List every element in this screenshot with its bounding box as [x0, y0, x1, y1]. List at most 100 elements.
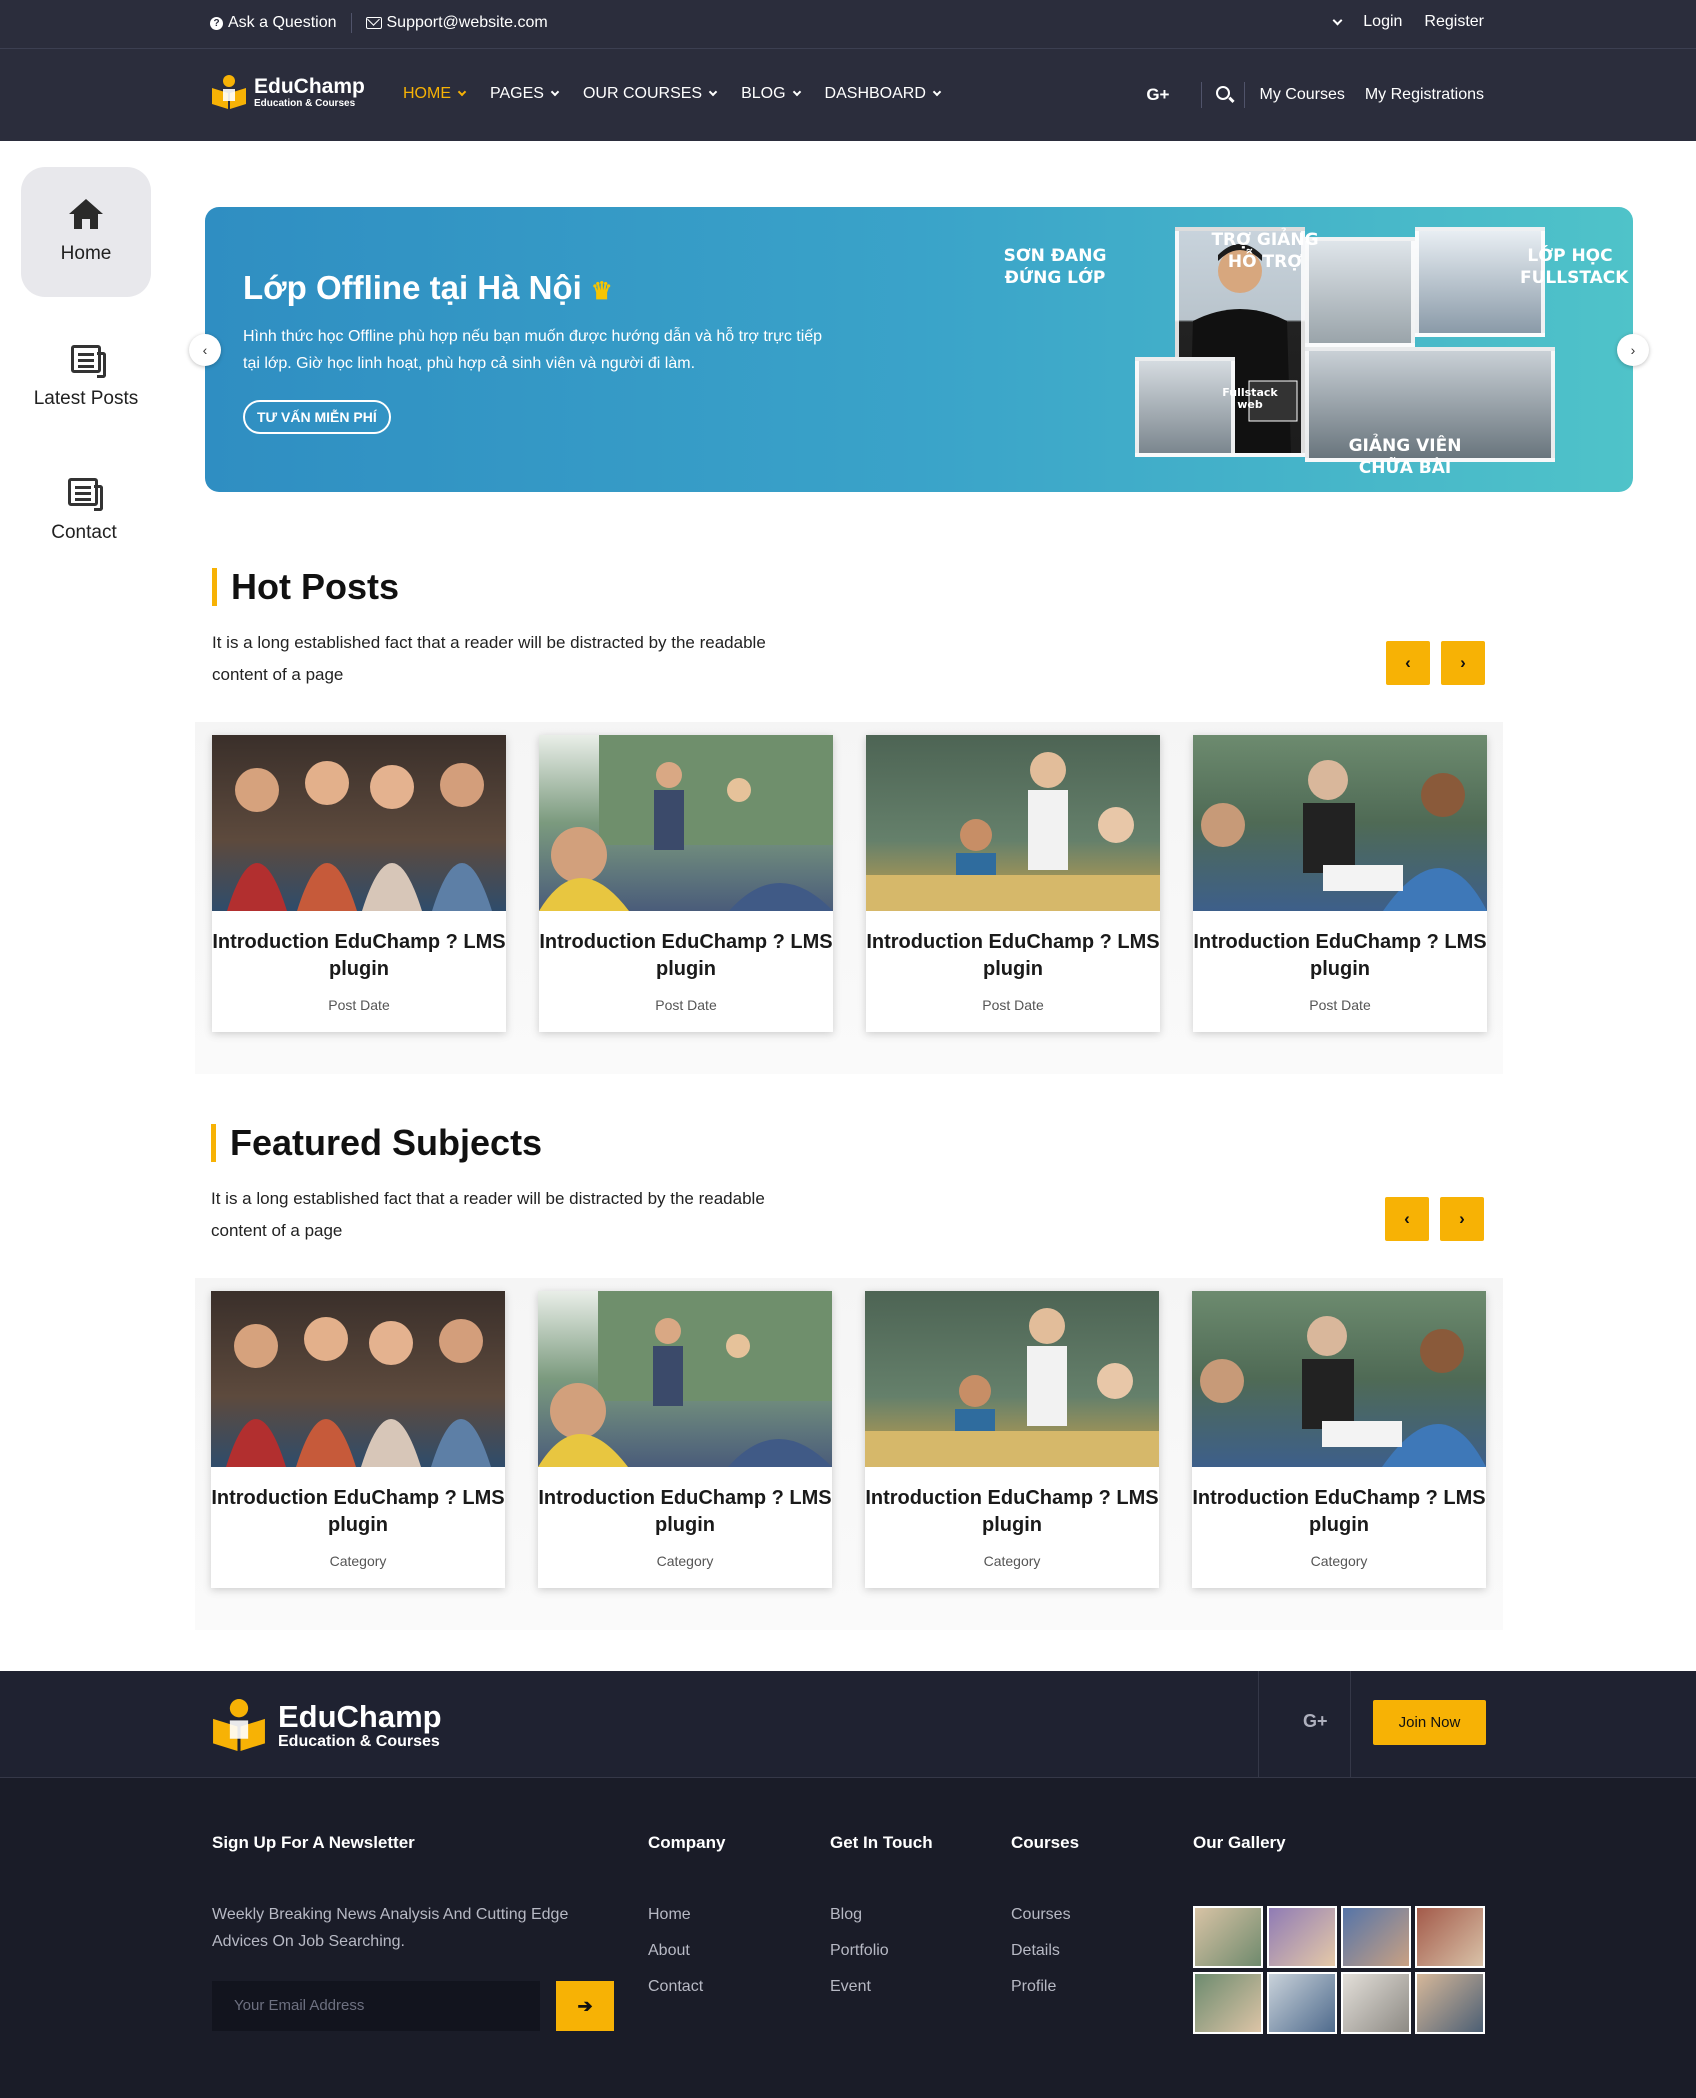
gallery-heading: Our Gallery [1193, 1833, 1286, 1852]
sidebar-item-latest-posts[interactable]: Latest Posts [21, 312, 151, 442]
divider [1244, 82, 1246, 108]
sidebar-item-home[interactable]: Home [21, 167, 151, 297]
logo-reader-icon [212, 75, 246, 109]
menu-blog[interactable]: BLOG [741, 85, 801, 103]
chevron-left-icon: ‹ [1404, 1209, 1410, 1228]
banner-description: Hình thức học Offline phù hợp nếu bạn mu… [243, 328, 823, 372]
subject-title: Introduction EduChamp ? LMS plugin [1192, 1487, 1486, 1536]
newsletter-submit-button[interactable]: ➔ [556, 1981, 614, 2031]
footer-link-contact[interactable]: Contact [648, 1978, 703, 1996]
post-title: Introduction EduChamp ? LMS plugin [866, 931, 1160, 980]
crown-icon: ♛ [590, 278, 613, 305]
footer-link-portfolio[interactable]: Portfolio [830, 1942, 889, 1960]
footer-link-profile[interactable]: Profile [1011, 1978, 1056, 1996]
get-in-touch-heading: Get In Touch [830, 1833, 933, 1852]
menu-blog-label: BLOG [741, 85, 786, 102]
search-button[interactable] [1216, 85, 1231, 105]
footer: Sign Up For A Newsletter Weekly Breaking… [0, 1778, 1696, 2098]
chevron-right-icon: › [1459, 1209, 1465, 1228]
subject-card[interactable]: Introduction EduChamp ? LMS plugin Categ… [1192, 1291, 1486, 1588]
footer-link-blog[interactable]: Blog [830, 1906, 862, 1924]
ask-question-link[interactable]: ? Ask a Question [210, 14, 337, 32]
footer-link-home[interactable]: Home [648, 1906, 691, 1924]
sidebar-item-label: Latest Posts [33, 388, 139, 409]
login-link[interactable]: Login [1363, 13, 1402, 31]
footer-link-event[interactable]: Event [830, 1978, 871, 1996]
post-card[interactable]: Introduction EduChamp ? LMS plugin Post … [866, 735, 1160, 1032]
caption-board: Fullstack web [1222, 386, 1278, 411]
banner-next-arrow[interactable]: › [1617, 334, 1649, 366]
post-card[interactable]: Introduction EduChamp ? LMS plugin Post … [1193, 735, 1487, 1032]
support-email-link[interactable]: Support@website.com [365, 14, 548, 32]
gallery-image[interactable] [1415, 1906, 1485, 1968]
banner-prev-arrow[interactable]: ‹ [189, 334, 221, 366]
hot-posts-prev-button[interactable]: ‹ [1386, 641, 1430, 685]
newsletter-heading: Sign Up For A Newsletter [212, 1833, 415, 1852]
footer-logo-name: EduChamp [278, 1698, 442, 1734]
subject-image [211, 1291, 505, 1467]
menu-home[interactable]: HOME [403, 85, 467, 103]
footer-link-courses[interactable]: Courses [1011, 1906, 1071, 1924]
menu-pages[interactable]: PAGES [490, 85, 560, 103]
featured-prev-button[interactable]: ‹ [1385, 1197, 1429, 1241]
subject-card[interactable]: Introduction EduChamp ? LMS plugin Categ… [865, 1291, 1159, 1588]
subject-category: Category [329, 1553, 387, 1569]
register-link[interactable]: Register [1424, 13, 1484, 31]
subject-card[interactable]: Introduction EduChamp ? LMS plugin Categ… [211, 1291, 505, 1588]
search-icon [1216, 85, 1231, 100]
chevron-left-icon: ‹ [202, 342, 208, 358]
hot-posts-next-button[interactable]: › [1441, 641, 1485, 685]
site-logo[interactable]: EduChamp Education & Courses [210, 73, 365, 111]
gallery-image[interactable] [1267, 1972, 1337, 2034]
menu-dashboard[interactable]: DASHBOARD [824, 85, 942, 103]
subject-card[interactable]: Introduction EduChamp ? LMS plugin Categ… [538, 1291, 832, 1588]
language-dropdown-chevron-icon[interactable] [1332, 15, 1343, 25]
banner-title: Lớp Offline tại Hà Nội ♛ [243, 269, 613, 307]
gallery-image[interactable] [1341, 1906, 1411, 1968]
caption-assistant: TRỢ GIẢNG HỖ TRỢ [1211, 230, 1319, 272]
gallery-image[interactable] [1267, 1906, 1337, 1968]
logo-reader-icon [213, 1699, 265, 1751]
post-card[interactable]: Introduction EduChamp ? LMS plugin Post … [212, 735, 506, 1032]
gallery-image[interactable] [1193, 1972, 1263, 2034]
footer-google-plus-icon[interactable]: G+ [1303, 1711, 1328, 1732]
subject-category: Category [983, 1553, 1041, 1569]
gallery-image[interactable] [1415, 1972, 1485, 2034]
menu-our-courses[interactable]: OUR COURSES [583, 85, 718, 103]
subject-category: Category [1310, 1553, 1368, 1569]
chevron-down-icon [550, 87, 560, 97]
menu-pages-label: PAGES [490, 85, 544, 102]
main-navbar: EduChamp Education & Courses HOME PAGES … [0, 48, 1696, 141]
footer-top-bar: EduChamp Education & Courses G+ Join Now [0, 1671, 1696, 1778]
join-now-button[interactable]: Join Now [1373, 1700, 1486, 1745]
sidebar-item-label: Contact [51, 522, 117, 543]
post-title: Introduction EduChamp ? LMS plugin [212, 931, 506, 980]
company-heading: Company [648, 1833, 726, 1852]
subject-image [865, 1291, 1159, 1467]
my-courses-link[interactable]: My Courses [1259, 86, 1344, 104]
post-image [866, 735, 1160, 911]
caption-mentor: GIẢNG VIÊN CHỮA BÀI [1348, 436, 1462, 478]
post-card[interactable]: Introduction EduChamp ? LMS plugin Post … [539, 735, 833, 1032]
featured-subjects-title: Featured Subjects [211, 1124, 542, 1162]
arrow-right-icon: ➔ [577, 1996, 593, 2016]
chevron-down-icon [932, 87, 942, 97]
featured-next-button[interactable]: › [1440, 1197, 1484, 1241]
menu-dashboard-label: DASHBOARD [824, 85, 926, 102]
hot-posts-title: Hot Posts [212, 568, 399, 606]
google-plus-icon[interactable]: G+ [1146, 85, 1169, 105]
footer-link-details[interactable]: Details [1011, 1942, 1060, 1960]
gallery-image[interactable] [1341, 1972, 1411, 2034]
caption-fullstack: LỚP HỌC FULLSTACK [1520, 246, 1629, 288]
free-consult-button[interactable]: TƯ VẤN MIỄN PHÍ [243, 400, 391, 434]
footer-logo-tagline: Education & Courses [278, 1732, 440, 1750]
newsletter-email-input[interactable]: Your Email Address [212, 1981, 540, 2031]
my-registrations-link[interactable]: My Registrations [1365, 86, 1484, 104]
footer-logo[interactable]: EduChamp Education & Courses [210, 1696, 442, 1754]
logo-tagline: Education & Courses [254, 97, 356, 109]
subject-title: Introduction EduChamp ? LMS plugin [211, 1487, 505, 1536]
sidebar-item-contact[interactable]: Contact [21, 445, 151, 575]
footer-link-about[interactable]: About [648, 1942, 690, 1960]
divider [1350, 1671, 1351, 1778]
gallery-image[interactable] [1193, 1906, 1263, 1968]
